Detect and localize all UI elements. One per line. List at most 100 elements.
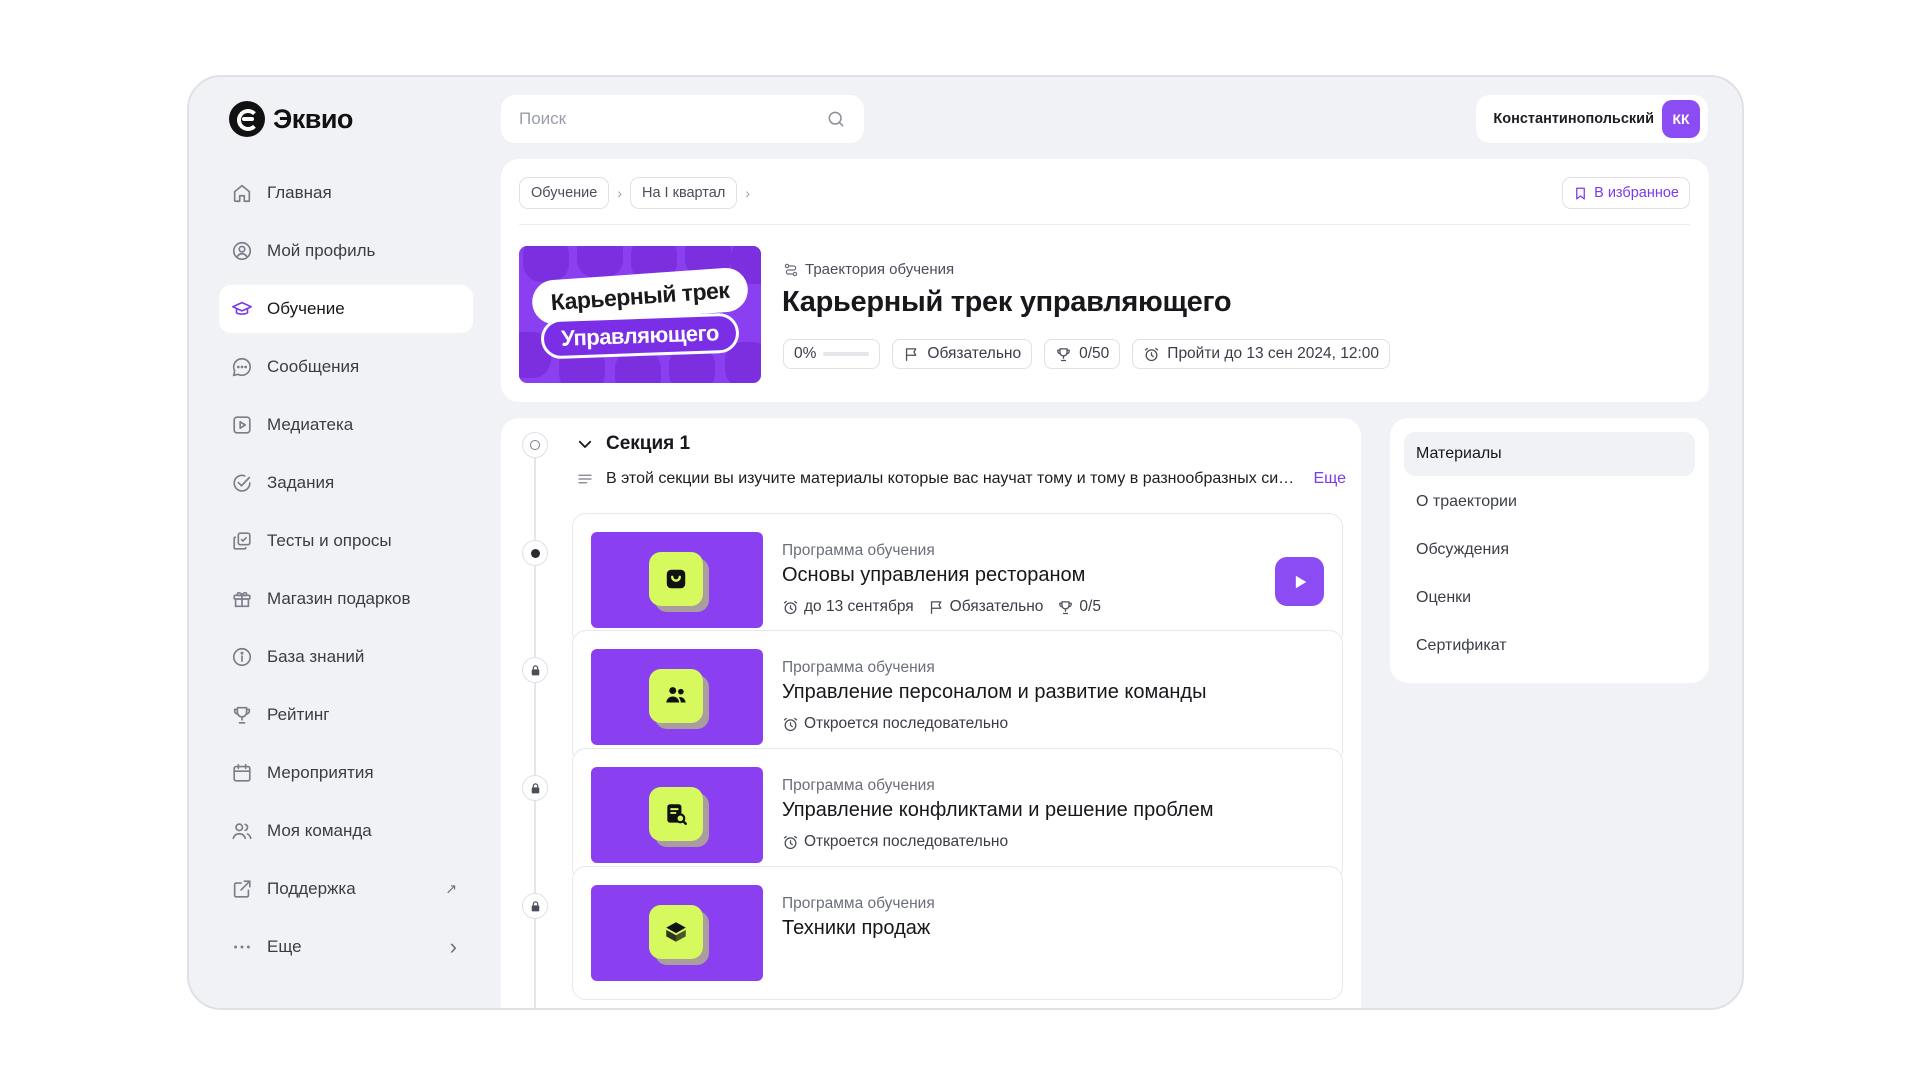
section-node [522, 432, 548, 458]
chevron-right-icon: › [449, 934, 457, 959]
lock-icon [531, 900, 539, 911]
breadcrumb-item[interactable]: На I квартал [629, 177, 738, 209]
score-chip: 0/50 [1044, 339, 1121, 369]
course-meta: Откроется последовательно [782, 833, 1008, 851]
sidebar-item-learning[interactable]: Обучение [219, 285, 473, 333]
required-label: Обязательно [927, 345, 1022, 362]
chevron-right-icon: › [745, 185, 750, 201]
gift-icon [231, 588, 253, 610]
chat-icon [231, 356, 253, 378]
favorites-label: В избранное [1594, 185, 1679, 201]
course-card[interactable]: Программа обучения Техники продаж [572, 866, 1343, 1000]
course-title[interactable]: Управление конфликтами и решение проблем [782, 799, 1213, 822]
flag-icon [906, 347, 917, 361]
chevron-right-icon: › [617, 185, 622, 201]
tab-materials[interactable]: Материалы [1404, 432, 1695, 476]
user-menu[interactable]: Константинопольский КК [1476, 95, 1708, 143]
tab-about-track[interactable]: О траектории [1404, 480, 1695, 524]
course-meta: Откроется последовательно [782, 715, 1008, 733]
lock-icon [531, 664, 539, 675]
course-title[interactable]: Техники продаж [782, 917, 930, 940]
user-name: Константинопольский [1493, 111, 1654, 127]
sidebar-item-more[interactable]: Еще › [219, 923, 473, 971]
breadcrumb-item[interactable]: Обучение [519, 177, 610, 209]
timeline-node-locked [522, 775, 548, 801]
sidebar-item-knowledge-base[interactable]: База знаний [219, 633, 473, 681]
sidebar-item-profile[interactable]: Мой профиль [219, 227, 473, 275]
course-thumbnail [591, 767, 763, 863]
course-title[interactable]: Управление персоналом и развитие команды [782, 681, 1206, 704]
app-window: Эквио Главная Мой профиль Обучение Сообщ… [187, 75, 1744, 1010]
sidebar-item-tests[interactable]: Тесты и опросы [219, 517, 473, 565]
section-description-text: В этой секции вы изучите материалы котор… [606, 470, 1302, 487]
sidebar-item-label: Еще [267, 937, 302, 956]
sidebar-item-gift-shop[interactable]: Магазин подарков [219, 575, 473, 623]
course-meta: до 13 сентября Обязательно 0/5 [782, 598, 1101, 616]
sidebar-item-messages[interactable]: Сообщения [219, 343, 473, 391]
course-kind: Программа обучения [782, 542, 935, 559]
sidebar-item-support[interactable]: Поддержка ↗ [219, 865, 473, 913]
course-card[interactable]: Программа обучения Управление конфликтам… [572, 748, 1343, 882]
sidebar-item-label: Задания [267, 473, 335, 492]
track-type-label: Траектория обучения [805, 261, 955, 278]
deadline-label: Пройти до 13 сен 2024, 12:00 [1167, 345, 1380, 362]
course-status-label: Откроется последовательно [804, 833, 1009, 850]
tab-certificate[interactable]: Сертификат [1404, 624, 1695, 668]
box-icon [666, 922, 686, 942]
sidebar-item-label: Моя команда [267, 821, 372, 840]
flag-icon [930, 600, 942, 614]
people-icon [666, 687, 686, 703]
search-input[interactable] [519, 109, 826, 129]
sidebar-item-label: База знаний [267, 647, 365, 666]
sidebar-item-team[interactable]: Моя команда [219, 807, 473, 855]
course-kind: Программа обучения [782, 895, 935, 912]
avatar[interactable]: КК [1662, 100, 1700, 138]
sidebar-item-label: Тесты и опросы [267, 531, 392, 550]
search-box[interactable] [501, 95, 864, 143]
sidebar-item-media[interactable]: Медиатека [219, 401, 473, 449]
course-card[interactable]: Программа обучения Основы управления рес… [572, 513, 1343, 647]
sidebar-item-home[interactable]: Главная [219, 169, 473, 217]
add-to-favorites-button[interactable]: В избранное [1562, 177, 1690, 209]
divider [519, 224, 1690, 225]
chevron-down-icon[interactable] [576, 435, 594, 453]
calendar-icon [231, 762, 253, 784]
logo-mark-icon [229, 101, 265, 137]
course-card[interactable]: Программа обучения Управление персоналом… [572, 630, 1343, 764]
bookmark-icon [1576, 187, 1585, 199]
section-title: Секция 1 [606, 433, 691, 454]
expand-description-link[interactable]: Еще [1313, 470, 1346, 488]
profile-icon [231, 240, 253, 262]
tab-discussions[interactable]: Обсуждения [1404, 528, 1695, 572]
course-deadline: до 13 сентября [782, 598, 914, 616]
sidebar-item-rating[interactable]: Рейтинг [219, 691, 473, 739]
start-course-button[interactable] [1275, 557, 1324, 606]
trophy-icon [231, 704, 253, 726]
graduation-cap-icon [231, 298, 253, 320]
section-header[interactable]: Секция 1 [576, 433, 690, 455]
breadcrumb: Обучение › На I квартал › [519, 177, 750, 209]
progress-label: 0% [794, 345, 817, 362]
media-icon [231, 414, 253, 436]
play-icon [1295, 575, 1306, 588]
team-icon [231, 820, 253, 842]
alarm-clock-icon [783, 717, 798, 731]
trophy-icon [1057, 347, 1070, 361]
sidebar-item-label: Поддержка [267, 879, 356, 898]
home-icon [231, 182, 253, 204]
course-title[interactable]: Основы управления рестораном [782, 564, 1085, 587]
progress-chip: 0% [783, 339, 881, 369]
sidebar-item-label: Главная [267, 183, 332, 202]
quiz-icon [231, 530, 253, 552]
sidebar-item-events[interactable]: Мероприятия [219, 749, 473, 797]
sidebar-item-tasks[interactable]: Задания [219, 459, 473, 507]
page-title: Карьерный трек управляющего [782, 286, 1232, 318]
brand-logo[interactable]: Эквио [229, 101, 353, 137]
required-chip: Обязательно [892, 339, 1033, 369]
course-required-label: Обязательно [949, 598, 1044, 615]
search-icon[interactable] [826, 109, 846, 129]
lock-icon [531, 782, 539, 793]
trophy-icon [1059, 600, 1073, 614]
cover-text-line2: Управляющего [540, 312, 740, 360]
tab-ratings[interactable]: Оценки [1404, 576, 1695, 620]
